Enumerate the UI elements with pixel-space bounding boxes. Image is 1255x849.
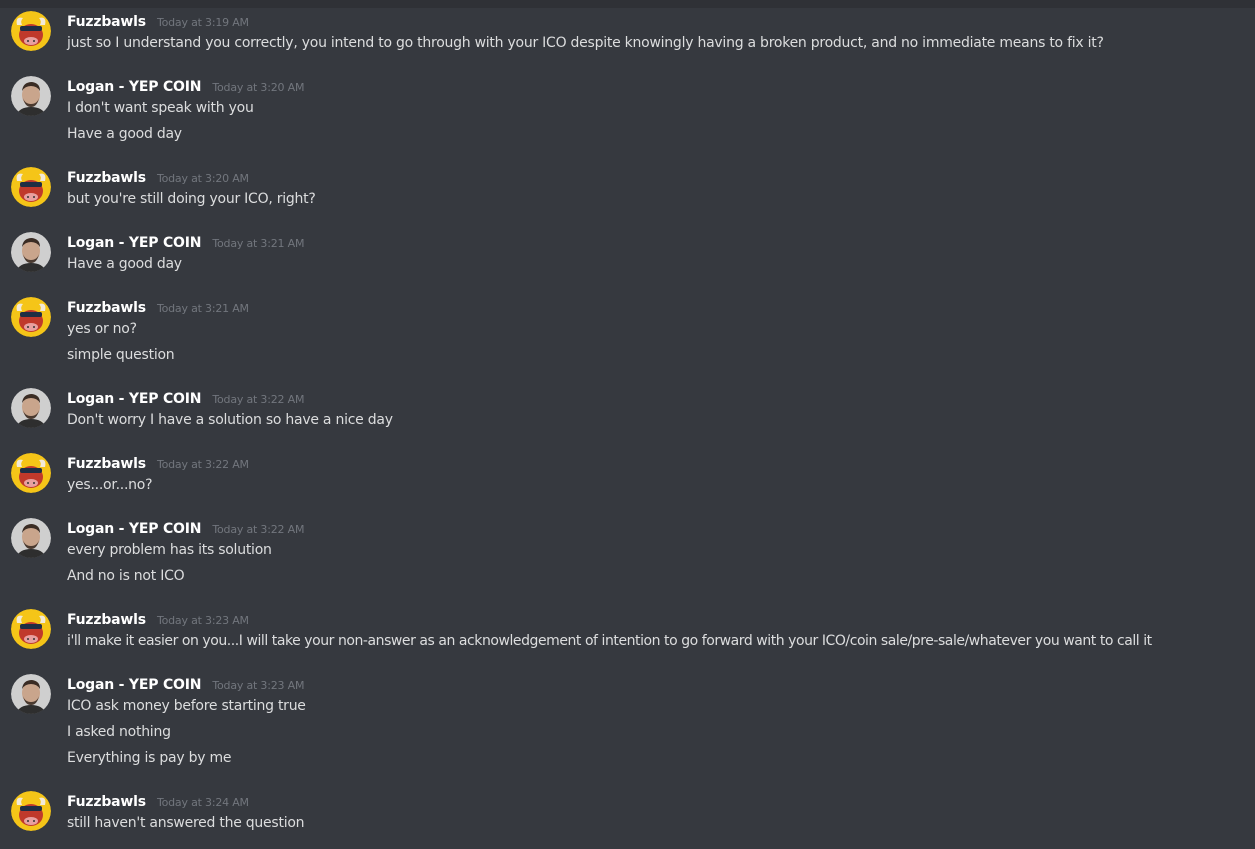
person-avatar[interactable] (11, 232, 51, 272)
message-text: I don't want speak with you (67, 100, 254, 116)
message-text: i'll make it easier on you...I will take… (67, 633, 1152, 649)
message-header: Logan - YEP COIN Today at 3:22 AM (67, 388, 304, 408)
bull-avatar[interactable] (11, 609, 51, 649)
username[interactable]: Logan - YEP COIN (67, 677, 201, 693)
timestamp: Today at 3:23 AM (212, 679, 305, 692)
message-text: every problem has its solution (67, 542, 272, 558)
message-header: Fuzzbawls Today at 3:21 AM (67, 297, 249, 317)
bull-avatar-icon (11, 11, 51, 51)
person-avatar-icon (11, 76, 51, 116)
message-text: just so I understand you correctly, you … (67, 35, 1104, 51)
username[interactable]: Logan - YEP COIN (67, 391, 201, 407)
message-text: simple question (67, 347, 175, 363)
bull-avatar-icon (11, 609, 51, 649)
message-header: Fuzzbawls Today at 3:23 AM (67, 609, 249, 629)
timestamp: Today at 3:21 AM (212, 237, 305, 250)
message-text: Have a good day (67, 126, 182, 142)
person-avatar[interactable] (11, 76, 51, 116)
message-text: yes...or...no? (67, 477, 153, 493)
top-bar (0, 0, 1255, 8)
person-avatar-icon (11, 388, 51, 428)
bull-avatar[interactable] (11, 453, 51, 493)
bull-avatar[interactable] (11, 11, 51, 51)
timestamp: Today at 3:22 AM (156, 458, 249, 471)
message-text: yes or no? (67, 321, 137, 337)
timestamp: Today at 3:24 AM (156, 796, 249, 809)
message-header: Fuzzbawls Today at 3:24 AM (67, 791, 249, 811)
person-avatar-icon (11, 674, 51, 714)
message-header: Fuzzbawls Today at 3:22 AM (67, 453, 249, 473)
message-header: Fuzzbawls Today at 3:20 AM (67, 167, 249, 187)
message-text: And no is not ICO (67, 568, 185, 584)
timestamp: Today at 3:20 AM (156, 172, 249, 185)
message-header: Logan - YEP COIN Today at 3:21 AM (67, 232, 304, 252)
timestamp: Today at 3:19 AM (156, 16, 249, 29)
timestamp: Today at 3:21 AM (156, 302, 249, 315)
message-text: ICO ask money before starting true (67, 698, 306, 714)
timestamp: Today at 3:20 AM (212, 81, 305, 94)
username[interactable]: Fuzzbawls (67, 456, 146, 472)
username[interactable]: Logan - YEP COIN (67, 521, 201, 537)
bull-avatar-icon (11, 297, 51, 337)
bull-avatar-icon (11, 167, 51, 207)
timestamp: Today at 3:23 AM (156, 614, 249, 627)
message-text: I asked nothing (67, 724, 171, 740)
message-header: Logan - YEP COIN Today at 3:20 AM (67, 76, 304, 96)
message-header: Logan - YEP COIN Today at 3:22 AM (67, 518, 304, 538)
username[interactable]: Fuzzbawls (67, 300, 146, 316)
username[interactable]: Fuzzbawls (67, 794, 146, 810)
message-text: still haven't answered the question (67, 815, 305, 831)
username[interactable]: Fuzzbawls (67, 170, 146, 186)
bull-avatar[interactable] (11, 297, 51, 337)
username[interactable]: Logan - YEP COIN (67, 235, 201, 251)
bull-avatar[interactable] (11, 167, 51, 207)
person-avatar[interactable] (11, 674, 51, 714)
message-text: Have a good day (67, 256, 182, 272)
person-avatar[interactable] (11, 518, 51, 558)
person-avatar[interactable] (11, 388, 51, 428)
person-avatar-icon (11, 232, 51, 272)
bull-avatar[interactable] (11, 791, 51, 831)
username[interactable]: Fuzzbawls (67, 612, 146, 628)
timestamp: Today at 3:22 AM (212, 393, 305, 406)
bull-avatar-icon (11, 791, 51, 831)
timestamp: Today at 3:22 AM (212, 523, 305, 536)
username[interactable]: Logan - YEP COIN (67, 79, 201, 95)
message-header: Logan - YEP COIN Today at 3:23 AM (67, 674, 304, 694)
message-header: Fuzzbawls Today at 3:19 AM (67, 11, 249, 31)
message-text: but you're still doing your ICO, right? (67, 191, 316, 207)
message-text: Don't worry I have a solution so have a … (67, 412, 393, 428)
person-avatar-icon (11, 518, 51, 558)
message-text: Everything is pay by me (67, 750, 232, 766)
username[interactable]: Fuzzbawls (67, 14, 146, 30)
bull-avatar-icon (11, 453, 51, 493)
